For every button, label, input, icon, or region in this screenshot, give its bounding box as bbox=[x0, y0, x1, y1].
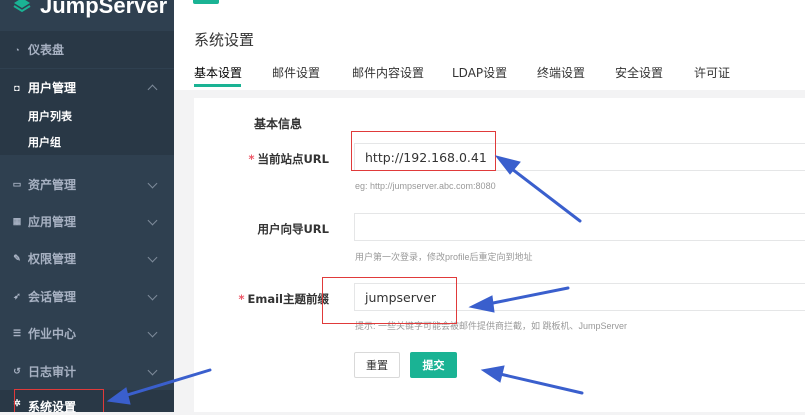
annotation-arrow-submit bbox=[480, 365, 584, 395]
annotation-arrow-email-prefix bbox=[468, 286, 570, 313]
annotation-arrow-settings bbox=[106, 368, 212, 405]
annotation-arrows bbox=[106, 155, 584, 405]
annotation-arrow-site-url bbox=[494, 155, 582, 223]
